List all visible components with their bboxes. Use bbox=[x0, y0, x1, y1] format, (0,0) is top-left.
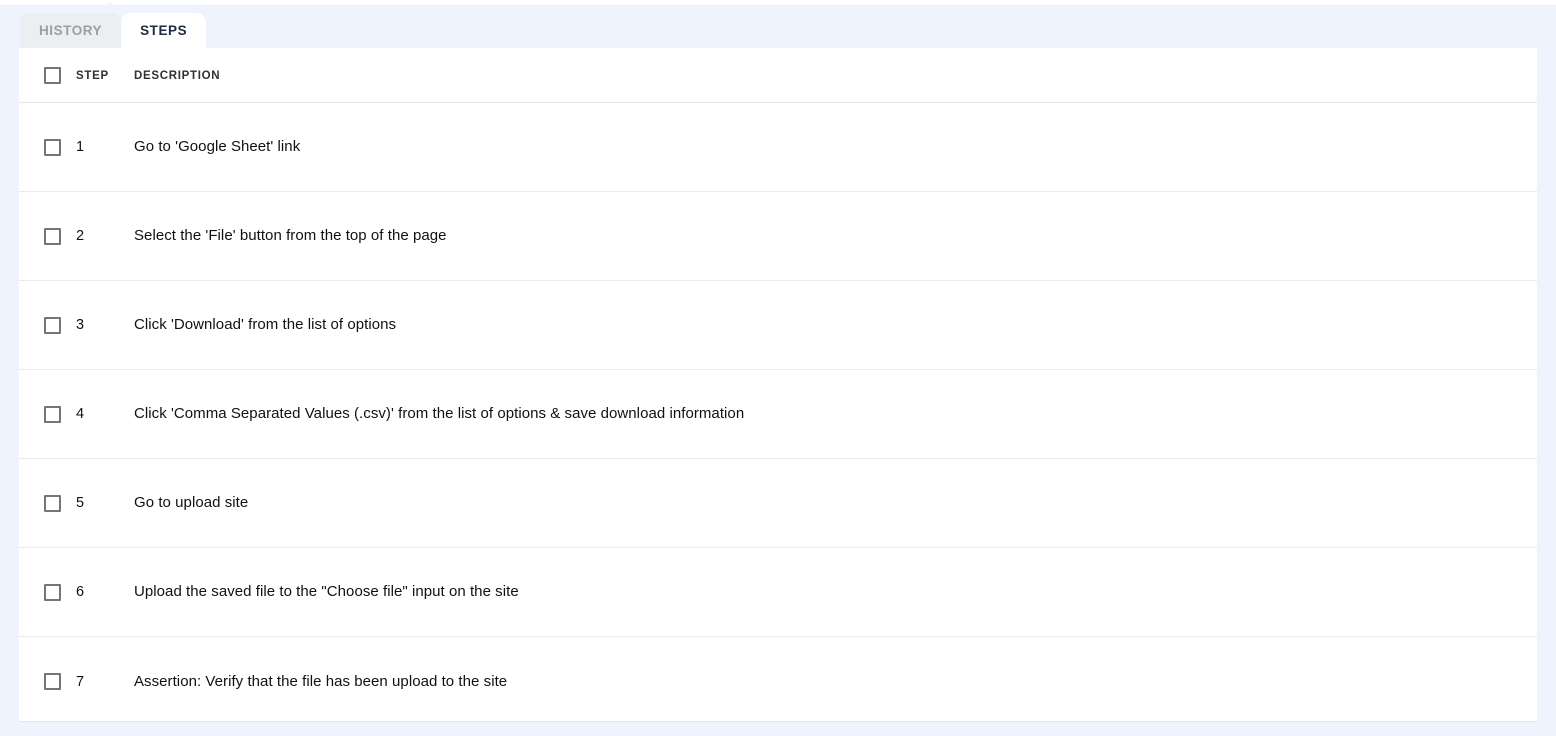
top-card-edge-left bbox=[0, 0, 110, 5]
steps-table: STEP DESCRIPTION 1 Go to 'Google Sheet' … bbox=[19, 48, 1537, 721]
row-checkbox[interactable] bbox=[43, 494, 61, 512]
row-description: Assertion: Verify that the file has been… bbox=[134, 672, 508, 690]
row-step-number: 7 bbox=[76, 673, 85, 690]
row-step-number: 4 bbox=[76, 406, 85, 422]
tab-steps[interactable]: STEPS bbox=[121, 13, 207, 48]
row-cell-description: Go to 'Google Sheet' link bbox=[134, 138, 1537, 156]
row-description: Click 'Comma Separated Values (.csv)' fr… bbox=[134, 405, 745, 422]
row-cell-step: 4 bbox=[76, 405, 134, 423]
row-cell-step: 5 bbox=[76, 494, 134, 512]
row-step-number: 3 bbox=[76, 317, 85, 333]
select-all-checkbox[interactable] bbox=[43, 66, 61, 84]
row-checkbox[interactable] bbox=[43, 227, 61, 245]
row-step-number: 1 bbox=[76, 139, 85, 155]
row-description: Select the 'File' button from the top of… bbox=[134, 227, 447, 244]
row-description: Go to upload site bbox=[134, 494, 249, 511]
tab-history[interactable]: HISTORY bbox=[20, 13, 122, 48]
top-card-edge-right bbox=[110, 0, 1556, 5]
tab-bar: HISTORY STEPS bbox=[20, 13, 207, 48]
row-cell-description: Assertion: Verify that the file has been… bbox=[134, 673, 1537, 691]
row-cell-description: Click 'Download' from the list of option… bbox=[134, 316, 1537, 334]
row-checkbox[interactable] bbox=[43, 405, 61, 423]
table-row[interactable]: 5 Go to upload site bbox=[19, 459, 1537, 548]
row-description: Go to 'Google Sheet' link bbox=[134, 138, 301, 155]
table-row[interactable]: 4 Click 'Comma Separated Values (.csv)' … bbox=[19, 370, 1537, 459]
tab-steps-label: STEPS bbox=[140, 23, 188, 38]
row-step-number: 5 bbox=[76, 495, 85, 511]
table-row[interactable]: 1 Go to 'Google Sheet' link bbox=[19, 103, 1537, 192]
row-cell-checkbox bbox=[19, 583, 76, 601]
tab-history-label: HISTORY bbox=[39, 23, 103, 38]
row-cell-step: 7 bbox=[76, 673, 134, 691]
row-cell-checkbox bbox=[19, 227, 76, 245]
row-checkbox[interactable] bbox=[43, 138, 61, 156]
row-cell-description: Click 'Comma Separated Values (.csv)' fr… bbox=[134, 405, 1537, 423]
table-row[interactable]: 7 Assertion: Verify that the file has be… bbox=[19, 637, 1537, 721]
row-step-number: 2 bbox=[76, 228, 85, 244]
row-cell-checkbox bbox=[19, 405, 76, 423]
row-description: Upload the saved file to the "Choose fil… bbox=[134, 583, 519, 600]
row-cell-checkbox bbox=[19, 673, 76, 690]
row-step-number: 6 bbox=[76, 584, 85, 600]
column-header-step: STEP bbox=[76, 70, 109, 82]
row-checkbox[interactable] bbox=[43, 673, 61, 690]
row-description: Click 'Download' from the list of option… bbox=[134, 316, 397, 333]
row-checkbox[interactable] bbox=[43, 583, 61, 601]
row-cell-step: 1 bbox=[76, 138, 134, 156]
steps-panel: HISTORY STEPS STEP DESCRIPTION 1 Go to '… bbox=[0, 0, 1556, 736]
column-header-description: DESCRIPTION bbox=[134, 70, 221, 82]
row-cell-description: Upload the saved file to the "Choose fil… bbox=[134, 583, 1537, 601]
header-cell-description: DESCRIPTION bbox=[134, 66, 1537, 84]
row-checkbox[interactable] bbox=[43, 316, 61, 334]
row-cell-checkbox bbox=[19, 494, 76, 512]
steps-card: STEP DESCRIPTION 1 Go to 'Google Sheet' … bbox=[19, 48, 1537, 722]
row-cell-description: Select the 'File' button from the top of… bbox=[134, 227, 1537, 245]
table-header-row: STEP DESCRIPTION bbox=[19, 48, 1537, 103]
header-cell-step: STEP bbox=[76, 66, 134, 84]
row-cell-checkbox bbox=[19, 138, 76, 156]
row-cell-step: 6 bbox=[76, 583, 134, 601]
table-row[interactable]: 3 Click 'Download' from the list of opti… bbox=[19, 281, 1537, 370]
row-cell-checkbox bbox=[19, 316, 76, 334]
table-row[interactable]: 6 Upload the saved file to the "Choose f… bbox=[19, 548, 1537, 637]
table-row[interactable]: 2 Select the 'File' button from the top … bbox=[19, 192, 1537, 281]
row-cell-step: 3 bbox=[76, 316, 134, 334]
header-cell-select-all bbox=[19, 66, 76, 84]
row-cell-description: Go to upload site bbox=[134, 494, 1537, 512]
row-cell-step: 2 bbox=[76, 227, 134, 245]
